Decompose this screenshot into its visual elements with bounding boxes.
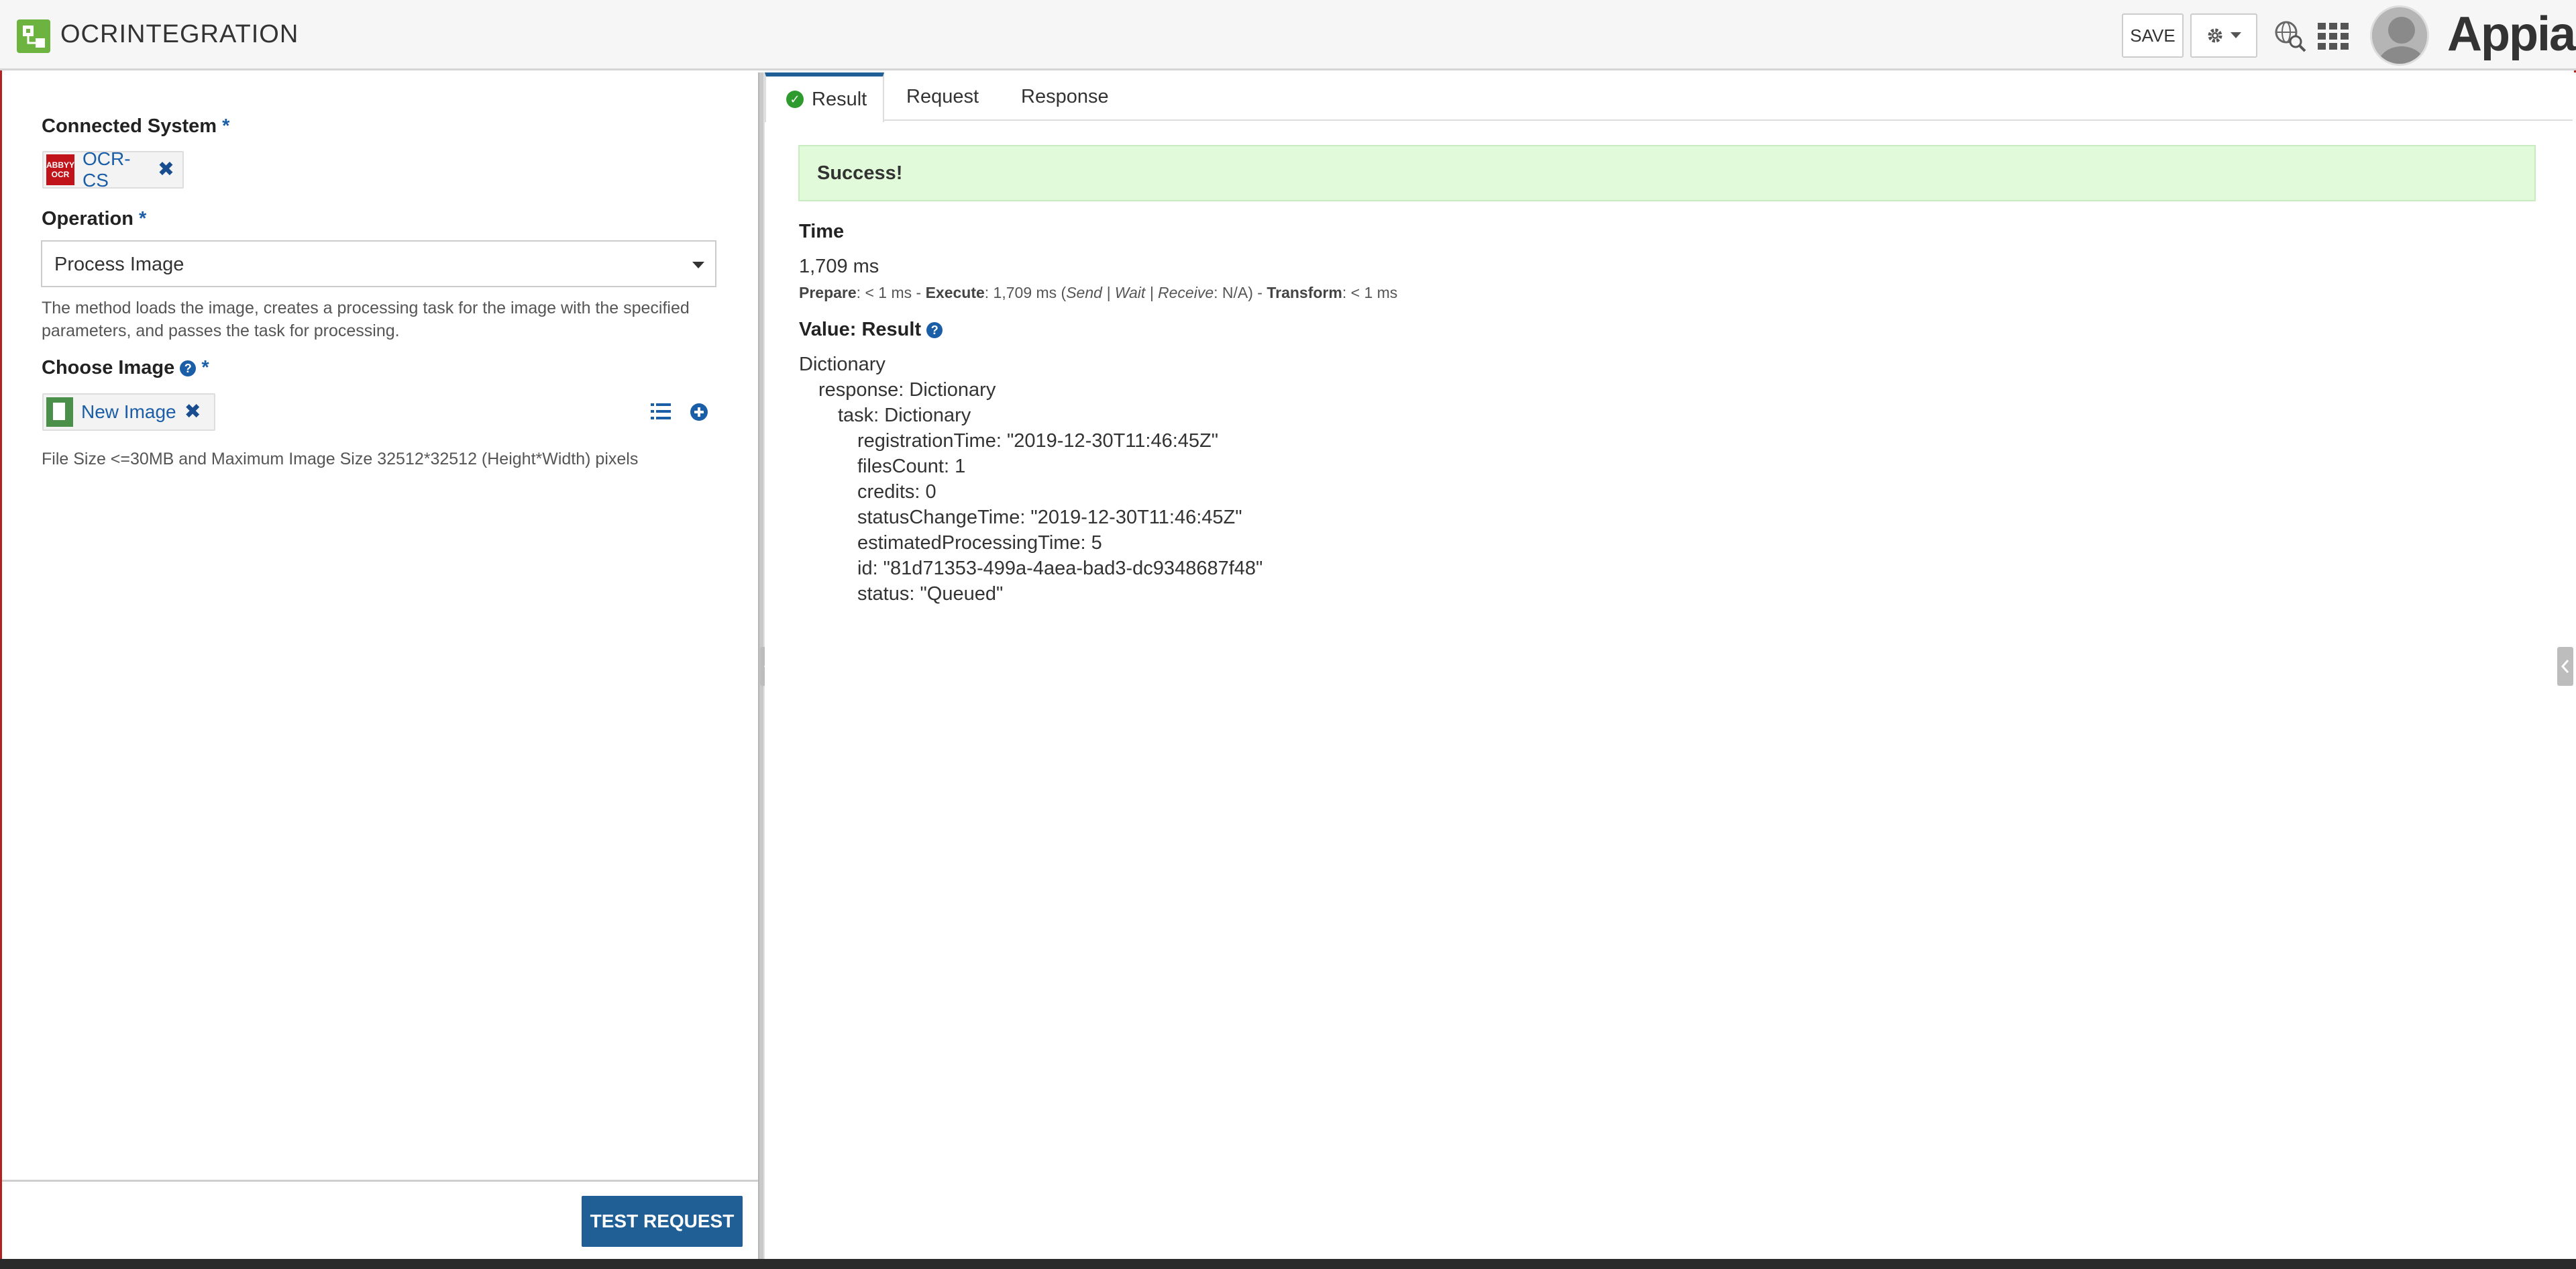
integration-app-icon: [17, 19, 50, 53]
connected-system-label: Connected System *: [42, 115, 230, 137]
collapse-right-handle[interactable]: [2557, 647, 2573, 686]
help-icon[interactable]: ?: [926, 322, 943, 338]
dropdown-caret-icon: [692, 262, 704, 268]
operation-selected-value: Process Image: [54, 254, 184, 275]
taskbar-strip: [0, 1259, 2576, 1269]
image-value[interactable]: New Image: [81, 401, 176, 423]
operation-dropdown[interactable]: Process Image: [41, 240, 716, 287]
results-panel: [765, 72, 2576, 1269]
result-line: statusChangeTime: "2019-12-30T11:46:45Z": [857, 507, 1242, 528]
success-message-box: Success!: [798, 145, 2536, 201]
result-line: id: "81d71353-499a-4aea-bad3-dc9348687f4…: [857, 558, 1263, 579]
time-breakdown: Prepare: < 1 ms - Execute: 1,709 ms (Sen…: [799, 284, 1398, 301]
add-circle-icon[interactable]: [690, 403, 708, 421]
test-request-button[interactable]: TEST REQUEST: [582, 1196, 743, 1247]
appian-logo: Appian: [2447, 7, 2576, 61]
result-line: registrationTime: "2019-12-30T11:46:45Z": [857, 430, 1219, 452]
result-line: Dictionary: [799, 354, 885, 375]
choose-image-label: Choose Image ? *: [42, 357, 209, 378]
result-line: filesCount: 1: [857, 456, 966, 477]
result-line: task: Dictionary: [838, 405, 971, 426]
gear-icon: [2208, 28, 2222, 43]
result-line: credits: 0: [857, 481, 936, 503]
user-avatar[interactable]: [2370, 5, 2429, 66]
operation-instructions: The method loads the image, creates a pr…: [42, 299, 690, 340]
success-message: Success!: [817, 162, 903, 184]
operation-label: Operation *: [42, 208, 147, 230]
remove-image-icon[interactable]: ✖: [184, 402, 201, 422]
connected-system-value[interactable]: OCR-CS: [83, 148, 150, 191]
tab-response[interactable]: Response: [1021, 72, 1109, 121]
image-token[interactable]: New Image ✖: [42, 393, 215, 431]
settings-menu-button[interactable]: [2190, 13, 2257, 58]
time-value: 1,709 ms: [799, 256, 879, 277]
file-size-note: File Size <=30MB and Maximum Image Size …: [42, 450, 639, 468]
remove-connected-system-icon[interactable]: ✖: [158, 160, 174, 180]
help-icon[interactable]: ?: [180, 360, 197, 376]
file-icon: [46, 397, 73, 427]
time-label: Time: [799, 221, 845, 242]
result-line: response: Dictionary: [818, 379, 996, 401]
tab-request[interactable]: Request: [906, 72, 979, 121]
abbyy-ocr-logo: ABBYY OCR: [46, 154, 75, 185]
tab-result[interactable]: ✓ Result: [765, 72, 884, 122]
top-header: OCRINTEGRATION SAVE Appian: [0, 0, 2576, 70]
globe-search-icon[interactable]: [2274, 20, 2306, 52]
page-title: OCRINTEGRATION: [60, 20, 299, 48]
result-line: status: "Queued": [857, 583, 1004, 605]
chevron-down-icon: [2231, 32, 2241, 38]
result-line: estimatedProcessingTime: 5: [857, 532, 1102, 554]
success-check-icon: ✓: [786, 91, 804, 108]
connected-system-token[interactable]: ABBYY OCR OCR-CS ✖: [42, 148, 184, 191]
value-label: Value: Result ?: [799, 319, 943, 341]
app-grid-icon[interactable]: [2318, 23, 2349, 50]
save-button[interactable]: SAVE: [2122, 13, 2184, 58]
list-picker-icon[interactable]: [651, 403, 671, 420]
